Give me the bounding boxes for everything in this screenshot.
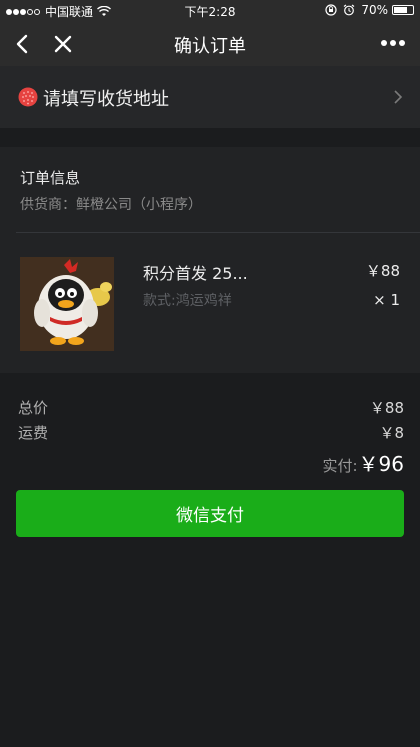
total-label: 总价: [18, 399, 49, 417]
product-price: ￥88: [365, 262, 400, 280]
shipping-value: ￥8: [379, 424, 404, 442]
product-item: 积分首发 25... 款式:鸿运鸡祥 ￥88 × 1: [0, 233, 420, 373]
shipping-label: 运费: [18, 424, 49, 442]
product-quantity: × 1: [373, 291, 400, 309]
address-label: 请填写收货地址: [43, 89, 169, 110]
battery-icon: [392, 5, 414, 15]
order-info-title: 订单信息: [20, 169, 81, 187]
order-confirm-page: 中国联通 下午2:28 70% 确认订单 请填写收货地址 订单信息 供货商：鲜橙…: [0, 0, 420, 747]
product-spec: 款式:鸿运鸡祥: [143, 293, 232, 309]
nav-bar: 确认订单: [0, 22, 420, 66]
chevron-right-icon: [394, 90, 403, 104]
alarm-icon: [343, 4, 355, 16]
status-right: 70%: [325, 3, 414, 17]
wechat-pay-button[interactable]: 微信支付: [16, 490, 404, 537]
battery-percent: 70%: [361, 3, 388, 17]
status-bar: 中国联通 下午2:28 70%: [0, 0, 420, 22]
order-info-section: 订单信息 供货商：鲜橙公司（小程序）: [0, 147, 420, 233]
product-name: 积分首发 25...: [143, 264, 248, 283]
price-summary: 总价 ￥88 运费 ￥8 实付: ￥96: [0, 373, 420, 476]
paid-value: ￥96: [358, 452, 404, 476]
total-value: ￥88: [369, 399, 404, 417]
supplier-label: 供货商：鲜橙公司（小程序）: [20, 197, 202, 213]
amount-paid: 实付: ￥96: [322, 448, 404, 477]
paid-label: 实付:: [322, 457, 358, 475]
battery-level: [394, 7, 407, 13]
location-dot-icon: [18, 87, 38, 107]
more-dots-icon[interactable]: [380, 36, 406, 50]
page-title: 确认订单: [174, 36, 246, 57]
address-row[interactable]: 请填写收货地址: [0, 66, 420, 128]
rotation-lock-icon: [325, 4, 337, 16]
product-image: [20, 257, 114, 351]
